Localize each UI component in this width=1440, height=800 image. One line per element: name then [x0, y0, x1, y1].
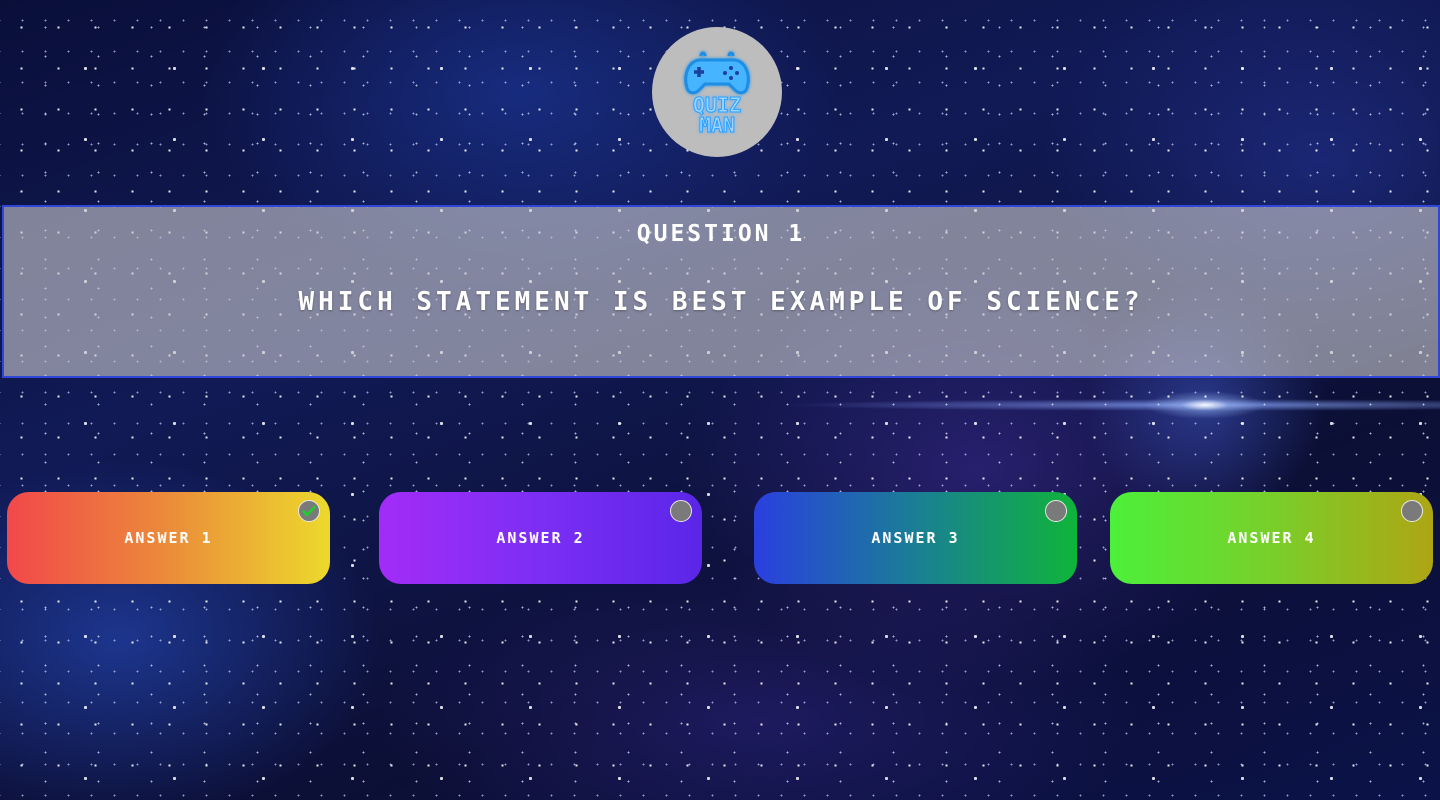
gamepad-icon: QUIZ MAN — [684, 51, 750, 138]
answer-2-button[interactable]: ANSWER 2 — [379, 492, 702, 584]
answer-4-label: ANSWER 4 — [1227, 529, 1316, 547]
question-panel: QUESTION 1 WHICH STATEMENT IS BEST EXAMP… — [2, 205, 1440, 378]
answer-1-label: ANSWER 1 — [124, 529, 213, 547]
answer-4-checkbox[interactable] — [1401, 500, 1423, 522]
answer-3-checkbox[interactable] — [1045, 500, 1067, 522]
answer-1-button[interactable]: ANSWER 1 — [7, 492, 330, 584]
answer-2-checkbox[interactable] — [670, 500, 692, 522]
question-text: WHICH STATEMENT IS BEST EXAMPLE OF SCIEN… — [298, 287, 1144, 317]
answer-4-button[interactable]: ANSWER 4 — [1110, 492, 1433, 584]
answer-2-label: ANSWER 2 — [496, 529, 585, 547]
answer-3-label: ANSWER 3 — [871, 529, 960, 547]
checkmark-icon — [302, 505, 316, 517]
logo-line-2: MAN — [699, 113, 735, 137]
question-number: QUESTION 1 — [636, 221, 806, 247]
answer-3-button[interactable]: ANSWER 3 — [754, 492, 1077, 584]
quizman-logo: QUIZ MAN — [652, 27, 782, 157]
answer-1-checkbox[interactable] — [298, 500, 320, 522]
